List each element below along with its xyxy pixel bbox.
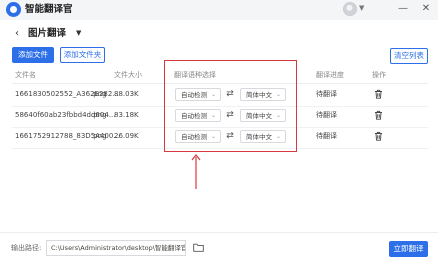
chevron-down-icon[interactable]: ▼ xyxy=(76,29,81,37)
page-title[interactable]: 图片翻译 xyxy=(28,27,66,41)
translation-status: 待翻译 xyxy=(316,132,337,140)
app-title: 智能翻译官 xyxy=(25,4,73,15)
minimize-icon[interactable]: — xyxy=(396,2,410,16)
back-arrow-icon[interactable]: ‹ xyxy=(11,28,23,40)
add-file-button[interactable]: 添加文件 xyxy=(12,47,54,63)
file-size: 88.03K xyxy=(114,90,139,98)
file-ext: .png xyxy=(91,132,107,140)
trash-icon[interactable] xyxy=(374,131,383,141)
app-logo-icon xyxy=(6,2,21,17)
arrow-up-icon xyxy=(191,154,201,189)
translation-status: 待翻译 xyxy=(316,111,337,119)
column-header-filesize: 文件大小 xyxy=(114,71,142,79)
avatar-icon[interactable] xyxy=(343,2,357,16)
column-header-progress: 翻译进度 xyxy=(316,71,344,79)
output-path-label: 输出路径: xyxy=(11,244,42,252)
output-path-field[interactable]: C:\Users\Administrator\desktop\智能翻译官 xyxy=(46,240,186,256)
app-title-bar: 智能翻译官 ▼ — ✕ xyxy=(0,0,438,20)
add-folder-button[interactable]: 添加文件夹 xyxy=(60,47,105,63)
file-size: 83.18K xyxy=(114,111,139,119)
column-header-actions: 操作 xyxy=(372,71,386,79)
trash-icon[interactable] xyxy=(374,110,383,120)
file-ext: .png xyxy=(91,111,107,119)
file-size: 26.09K xyxy=(114,132,139,140)
footer-divider xyxy=(0,232,438,233)
translation-status: 待翻译 xyxy=(316,90,337,98)
highlight-box xyxy=(164,60,297,152)
file-ext: .png xyxy=(91,90,107,98)
chevron-down-icon[interactable]: ▼ xyxy=(359,4,364,12)
trash-icon[interactable] xyxy=(374,89,383,99)
translate-now-button[interactable]: 立即翻译 xyxy=(389,241,428,257)
folder-icon[interactable] xyxy=(193,243,204,252)
clear-list-button[interactable]: 清空列表 xyxy=(390,48,428,64)
close-icon[interactable]: ✕ xyxy=(419,2,433,16)
column-header-filename: 文件名 xyxy=(15,71,36,79)
